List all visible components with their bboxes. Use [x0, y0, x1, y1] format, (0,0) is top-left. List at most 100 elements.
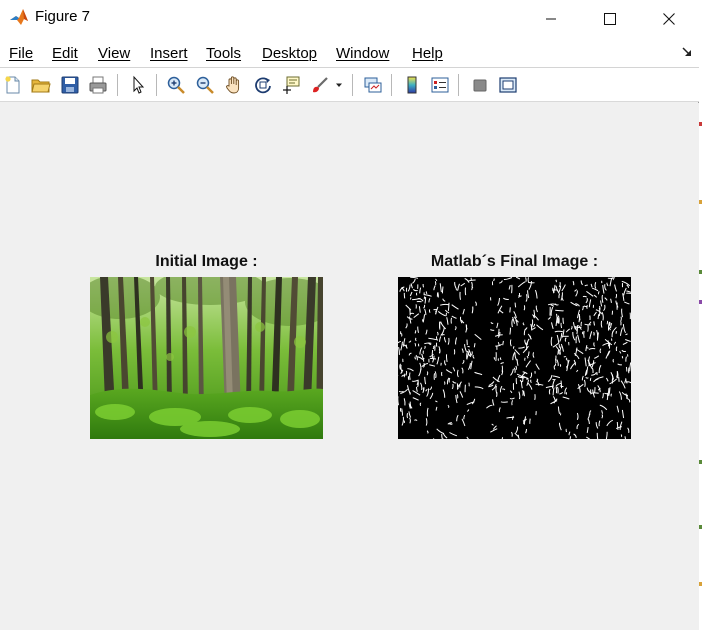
brush-button[interactable] [308, 73, 332, 97]
edge-stroke [560, 380, 563, 389]
edge-stroke [459, 291, 461, 300]
menu-insert[interactable]: Insert [150, 45, 188, 62]
menu-window[interactable]: Window [336, 45, 389, 62]
edge-stroke [502, 340, 504, 346]
pan-button[interactable] [222, 73, 246, 97]
figure-window: Figure 7 File Edit View Insert Tools Des… [0, 0, 699, 630]
edge-stroke [624, 436, 626, 439]
figure-canvas[interactable]: Initial Image : Matlab´s Final Image: [0, 103, 699, 630]
edge-stroke [593, 331, 595, 336]
close-button[interactable] [646, 0, 692, 37]
edge-stroke [428, 309, 431, 313]
edge-stroke [509, 327, 511, 335]
link-plot-icon [364, 77, 382, 93]
minimize-icon [546, 18, 556, 19]
edge-stroke [440, 362, 442, 366]
print-button[interactable] [86, 73, 110, 97]
menu-help[interactable]: Help [412, 45, 443, 62]
edge-stroke [453, 349, 456, 355]
zoom-out-icon [196, 76, 214, 94]
zoom-in-icon [167, 76, 185, 94]
menu-view[interactable]: View [98, 45, 130, 62]
menu-desktop[interactable]: Desktop [262, 45, 317, 62]
right-axes-title: Matlab´s Final Image : [430, 253, 599, 270]
new-figure-icon [5, 76, 20, 94]
figure-toolbar [0, 68, 699, 102]
edge-stroke [514, 302, 517, 308]
edge-stroke [441, 286, 444, 294]
insert-colorbar-icon [407, 76, 417, 94]
show-plot-tools-button[interactable] [496, 73, 520, 97]
edge-stroke [527, 351, 530, 357]
open-file-icon [31, 79, 51, 93]
hide-plot-tools-button[interactable] [468, 73, 492, 97]
window-title: Figure 7 [35, 8, 91, 25]
menu-file[interactable]: File [9, 45, 33, 62]
edge-stroke [585, 376, 589, 379]
edge-stroke [467, 346, 470, 348]
show-plot-tools-icon [499, 77, 517, 93]
edge-stroke [403, 292, 406, 299]
edge-stroke [401, 333, 403, 337]
print-icon [89, 76, 107, 94]
pan-hand-icon [226, 76, 240, 94]
open-file-button[interactable] [29, 73, 53, 97]
edit-plot-button[interactable] [126, 73, 150, 97]
edge-stroke [593, 321, 595, 326]
edge-stroke [563, 356, 567, 358]
edge-stroke [559, 364, 562, 367]
edge-stroke [576, 325, 578, 335]
zoom-out-button[interactable] [193, 73, 217, 97]
edge-stroke [512, 346, 515, 350]
maximize-icon [604, 12, 616, 25]
menu-tools[interactable]: Tools [206, 45, 241, 62]
edge-stroke [525, 277, 527, 282]
edge-stroke [429, 357, 437, 360]
edge-stroke [426, 371, 429, 376]
hide-plot-tools-icon [473, 79, 487, 92]
brush-dropdown-button[interactable] [333, 73, 345, 97]
toolbar-separator [352, 74, 353, 96]
matlab-logo-icon [9, 7, 29, 27]
edge-stroke [582, 295, 587, 298]
edge-stroke [509, 307, 511, 313]
data-cursor-button[interactable] [279, 73, 303, 97]
edge-stroke [628, 399, 631, 403]
edge-stroke [447, 302, 450, 311]
new-figure-button[interactable] [1, 73, 25, 97]
edge-stroke [558, 344, 561, 349]
toolbar-separator [156, 74, 157, 96]
dock-figure-icon[interactable] [682, 47, 692, 57]
edge-stroke [568, 341, 570, 346]
link-plot-button[interactable] [361, 73, 385, 97]
insert-legend-button[interactable] [428, 73, 452, 97]
menu-edit[interactable]: Edit [52, 45, 78, 62]
edge-stroke [578, 313, 581, 323]
save-icon [61, 76, 79, 94]
edge-stroke [596, 432, 599, 439]
edge-stroke [406, 412, 409, 419]
minimize-button[interactable] [528, 0, 574, 37]
edge-stroke [560, 322, 563, 329]
title-bar: Figure 7 [0, 0, 699, 37]
maximize-button[interactable] [587, 0, 633, 37]
rotate-3d-button[interactable] [251, 73, 275, 97]
left-axes-title: Initial Image : [155, 253, 258, 270]
menu-bar: File Edit View Insert Tools Desktop Wind… [0, 37, 699, 68]
edge-stroke [424, 296, 427, 304]
edge-stroke [612, 358, 614, 363]
edge-stroke [615, 346, 618, 352]
toolbar-separator [458, 74, 459, 96]
insert-colorbar-button[interactable] [400, 73, 424, 97]
toolbar-separator [117, 74, 118, 96]
insert-legend-icon [431, 77, 449, 93]
save-button[interactable] [58, 73, 82, 97]
initial-image[interactable] [90, 277, 323, 439]
data-cursor-icon [283, 76, 300, 94]
edge-stroke [555, 279, 557, 283]
edit-plot-arrow-icon [133, 75, 145, 94]
zoom-in-button[interactable] [164, 73, 188, 97]
edge-stroke [555, 309, 564, 312]
final-edge-image[interactable] [398, 277, 631, 439]
rotate-3d-icon [255, 77, 271, 94]
